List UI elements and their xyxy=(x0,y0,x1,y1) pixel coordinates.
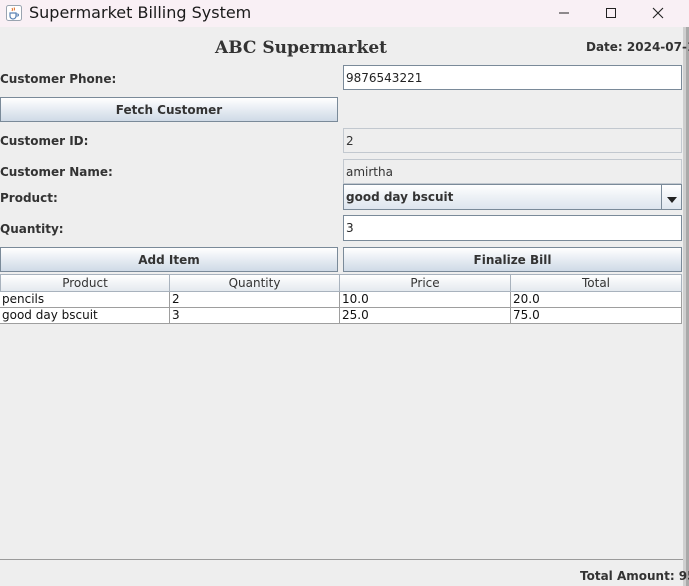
table-row[interactable]: pencils 2 10.0 20.0 xyxy=(0,292,682,308)
column-header-price[interactable]: Price xyxy=(340,274,511,292)
column-header-product[interactable]: Product xyxy=(0,274,170,292)
product-dropdown[interactable]: good day bscuit xyxy=(343,184,682,210)
customer-id-field: 2 xyxy=(343,128,682,153)
maximize-icon xyxy=(605,4,617,23)
cell-price: 10.0 xyxy=(340,292,511,308)
table-header: Product Quantity Price Total xyxy=(0,274,682,292)
add-item-button[interactable]: Add Item xyxy=(0,247,338,272)
dropdown-arrow-button[interactable] xyxy=(661,185,681,209)
column-header-quantity[interactable]: Quantity xyxy=(170,274,340,292)
quantity-label: Quantity: xyxy=(0,222,64,236)
store-title: ABC Supermarket xyxy=(215,38,388,58)
chevron-down-icon xyxy=(666,188,677,207)
date-label: Date: 2024-07-18 xyxy=(586,40,689,54)
cell-price: 25.0 xyxy=(340,308,511,324)
minimize-button[interactable] xyxy=(541,0,587,27)
cell-quantity: 3 xyxy=(170,308,340,324)
fetch-customer-button[interactable]: Fetch Customer xyxy=(0,97,338,122)
total-amount-label: Total Amount: 95 xyxy=(580,569,689,583)
column-header-total[interactable]: Total xyxy=(511,274,682,292)
cell-total: 20.0 xyxy=(511,292,682,308)
customer-phone-label: Customer Phone: xyxy=(0,72,117,86)
title-bar: Supermarket Billing System xyxy=(0,0,689,27)
finalize-bill-button[interactable]: Finalize Bill xyxy=(343,247,682,272)
cell-product: good day bscuit xyxy=(0,308,170,324)
customer-name-field: amirtha xyxy=(343,159,682,184)
close-icon xyxy=(652,4,664,23)
product-selected-value: good day bscuit xyxy=(346,190,454,204)
minimize-icon xyxy=(558,4,570,23)
customer-name-label: Customer Name: xyxy=(0,165,113,179)
java-cup-icon xyxy=(6,5,22,21)
table-row[interactable]: good day bscuit 3 25.0 75.0 xyxy=(0,308,682,324)
footer-divider xyxy=(0,559,683,560)
window-title: Supermarket Billing System xyxy=(29,3,252,22)
maximize-button[interactable] xyxy=(588,0,634,27)
cell-product: pencils xyxy=(0,292,170,308)
product-label: Product: xyxy=(0,191,58,205)
customer-phone-input[interactable]: 9876543221 xyxy=(343,65,682,90)
cell-total: 75.0 xyxy=(511,308,682,324)
customer-id-label: Customer ID: xyxy=(0,134,89,148)
cell-quantity: 2 xyxy=(170,292,340,308)
close-button[interactable] xyxy=(635,0,681,27)
quantity-input[interactable]: 3 xyxy=(343,215,682,241)
